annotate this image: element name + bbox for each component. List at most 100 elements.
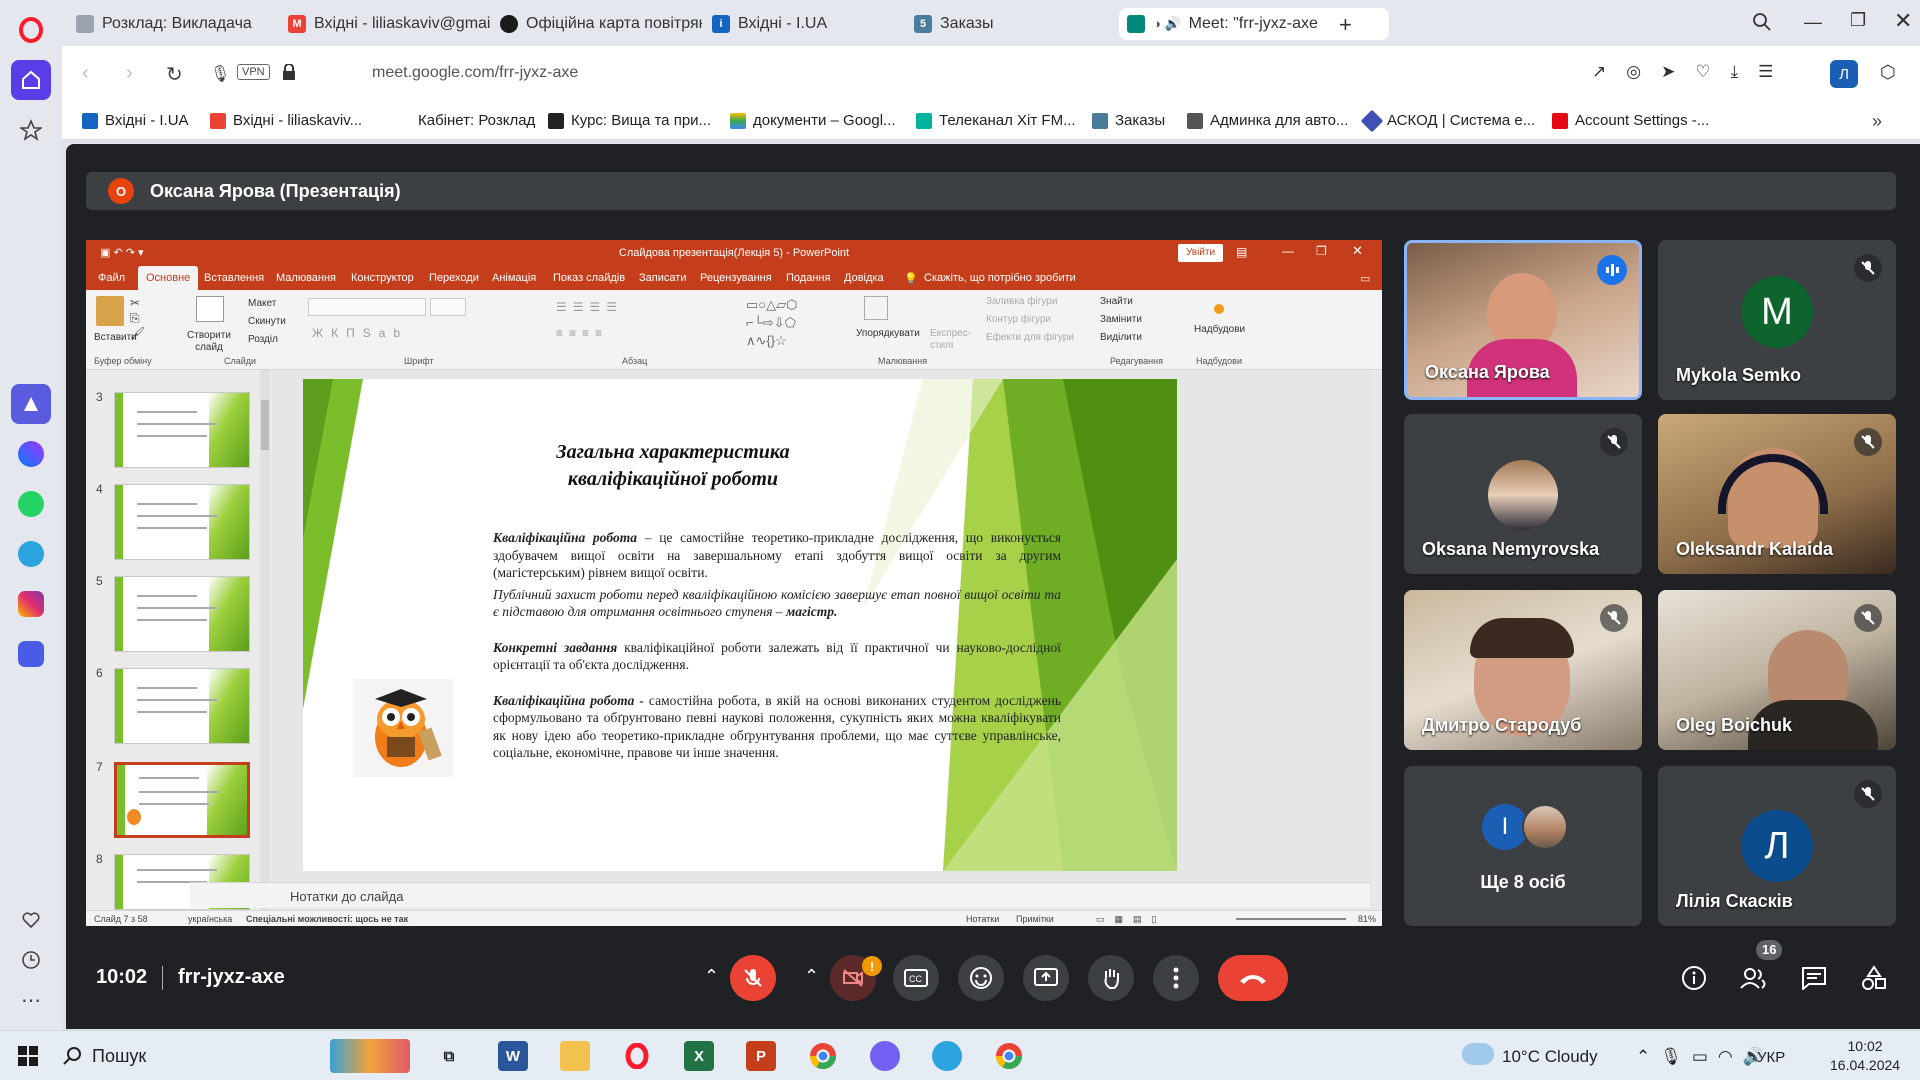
ppt-tab[interactable]: Малювання — [276, 272, 336, 284]
view-buttons[interactable]: ▭▦▤▯ — [1096, 914, 1166, 925]
participant-tile-more[interactable]: I Ще 8 осіб — [1404, 766, 1642, 926]
ppt-tab[interactable]: Переходи — [429, 272, 479, 284]
section-button[interactable]: Розділ — [248, 334, 278, 345]
ppt-close[interactable]: ✕ — [1352, 243, 1363, 259]
language-indicator[interactable]: УКР — [1757, 1049, 1785, 1066]
activities-icon[interactable] — [1858, 962, 1890, 994]
ppt-tab[interactable]: Вставлення — [204, 272, 264, 284]
slide-scrollbar[interactable] — [1372, 370, 1382, 910]
audio-options-chevron[interactable]: ⌃ — [704, 966, 719, 987]
word-icon[interactable]: W — [498, 1041, 528, 1071]
present-button[interactable] — [1023, 955, 1069, 1001]
tab-1[interactable]: Розклад: Викладача — [68, 8, 278, 40]
meeting-details-icon[interactable] — [1678, 962, 1710, 994]
clipboard-tools-icon[interactable]: ✂ ⎘ 🖌 — [130, 296, 145, 341]
easy-setup-icon[interactable]: ☰ — [1758, 62, 1773, 82]
participant-tile[interactable]: Oksana Nemyrovska — [1404, 414, 1642, 574]
heart-icon[interactable] — [11, 900, 51, 940]
raise-hand-button[interactable] — [1088, 955, 1134, 1001]
bookmark-8[interactable]: Админка для авто... — [1187, 112, 1348, 129]
bookmark-1[interactable]: Вхідні - I.UA — [82, 112, 189, 129]
slide-thumbnail-selected[interactable] — [114, 762, 250, 838]
notes-pane[interactable]: Нотатки до слайда — [190, 882, 1370, 908]
powerpoint-icon[interactable]: P — [746, 1041, 776, 1071]
zoom-slider[interactable] — [1236, 918, 1346, 920]
reactions-button[interactable] — [958, 955, 1004, 1001]
search-tabs-icon[interactable] — [1752, 12, 1772, 37]
tell-me-input[interactable]: Скажіть, що потрібно зробити — [924, 272, 1076, 284]
leave-call-button[interactable] — [1218, 955, 1288, 1001]
quick-styles-label[interactable]: Експрес-стилі — [930, 328, 980, 352]
mic-icon[interactable]: 🎙 — [210, 64, 230, 84]
chat-icon[interactable] — [1798, 962, 1830, 994]
file-explorer-icon[interactable] — [560, 1041, 590, 1071]
excel-icon[interactable]: X — [684, 1041, 714, 1071]
arrange-icon[interactable] — [864, 296, 888, 320]
whatsapp-icon[interactable] — [11, 484, 51, 524]
signin-button[interactable]: Увійти — [1178, 244, 1224, 262]
participant-tile[interactable]: Л Лілія Скасків — [1658, 766, 1896, 926]
bookmark-7[interactable]: Заказы — [1092, 112, 1165, 129]
chrome-2-icon[interactable] — [994, 1041, 1024, 1071]
star-icon[interactable] — [11, 110, 51, 150]
find-button[interactable]: Знайти — [1100, 296, 1133, 307]
tab-5[interactable]: 5 Заказы — [906, 8, 1076, 40]
ppt-tab[interactable]: Показ слайдів — [553, 272, 625, 284]
captions-button[interactable]: CC — [893, 955, 939, 1001]
status-accessibility[interactable]: Спеціальні можливості: щось не так — [246, 914, 408, 924]
ppt-tab[interactable]: Довідка — [844, 272, 884, 284]
camera-icon[interactable]: ◎ — [1626, 62, 1641, 82]
favorite-icon[interactable]: ♡ — [1695, 62, 1710, 82]
font-format-icons[interactable]: ЖКПSab — [312, 326, 408, 340]
slide-thumbnail[interactable] — [114, 484, 250, 560]
weather-text[interactable]: 10°C Cloudy — [1502, 1047, 1598, 1067]
minimize-button[interactable]: — — [1804, 12, 1822, 33]
slide-thumbnail[interactable] — [114, 576, 250, 652]
bookmark-6[interactable]: Телеканал Хіт FM... — [916, 112, 1076, 129]
messenger-icon[interactable] — [11, 434, 51, 474]
shape-outline-button[interactable]: Контур фігури — [986, 314, 1051, 325]
bookmark-5[interactable]: документи – Googl... — [730, 112, 896, 129]
tab-2[interactable]: M Вхідні - liliaskaviv@gmai — [280, 8, 490, 40]
windows-start-icon[interactable] — [18, 1046, 38, 1071]
participant-tile[interactable]: Дмитро Стародуб — [1404, 590, 1642, 750]
ppt-tab-active[interactable]: Основне — [138, 266, 199, 290]
thumbs-scrollbar[interactable] — [260, 370, 270, 910]
taskbar-clock[interactable]: 10:02 16.04.2024 — [1830, 1037, 1900, 1075]
task-view-icon[interactable]: ⧉ — [434, 1041, 464, 1071]
arrange-label[interactable]: Упорядкувати — [856, 328, 920, 339]
zoom-level[interactable]: 81% — [1358, 914, 1376, 924]
ppt-minimize[interactable]: — — [1282, 244, 1294, 258]
share-icon[interactable]: ↗ — [1592, 62, 1606, 82]
ppt-tab[interactable]: Файл — [98, 272, 125, 284]
status-notes[interactable]: Нотатки — [966, 914, 999, 924]
extensions-icon[interactable]: ⬡ — [1880, 62, 1896, 83]
shape-fill-button[interactable]: Заливка фігури — [986, 296, 1057, 307]
slide-thumbnail[interactable] — [114, 392, 250, 468]
layout-button[interactable]: Макет — [248, 298, 276, 309]
shape-effects-button[interactable]: Ефекти для фігури — [986, 332, 1074, 343]
tab-4[interactable]: i Вхідні - I.UA — [704, 8, 904, 40]
instagram-icon[interactable] — [11, 584, 51, 624]
opera-taskbar-icon[interactable] — [622, 1041, 652, 1071]
bookmark-2[interactable]: Вхідні - liliaskaviv... — [210, 112, 362, 129]
telegram-taskbar-icon[interactable] — [932, 1041, 962, 1071]
send-icon[interactable]: ➤ — [1661, 62, 1675, 82]
aria-icon[interactable] — [11, 384, 51, 424]
music-icon[interactable] — [11, 634, 51, 674]
telegram-icon[interactable] — [11, 534, 51, 574]
more-bookmarks-icon[interactable]: » — [1872, 111, 1882, 132]
new-slide-icon[interactable] — [196, 296, 224, 322]
new-tab-button[interactable]: + — [1339, 12, 1352, 38]
font-name-select[interactable] — [308, 298, 426, 316]
history-icon[interactable] — [11, 940, 51, 980]
status-language[interactable]: українська — [188, 914, 232, 924]
viber-icon[interactable] — [870, 1041, 900, 1071]
reload-icon[interactable]: ↻ — [166, 62, 183, 87]
bookmark-9[interactable]: АСКОД | Система е... — [1360, 109, 1535, 132]
replace-button[interactable]: Замінити — [1100, 314, 1142, 325]
video-options-chevron[interactable]: ⌃ — [804, 966, 819, 987]
addins-icon[interactable] — [1214, 304, 1224, 314]
more-icon[interactable]: ⋯ — [11, 980, 51, 1020]
addins-label[interactable]: Надбудови — [1194, 324, 1245, 335]
